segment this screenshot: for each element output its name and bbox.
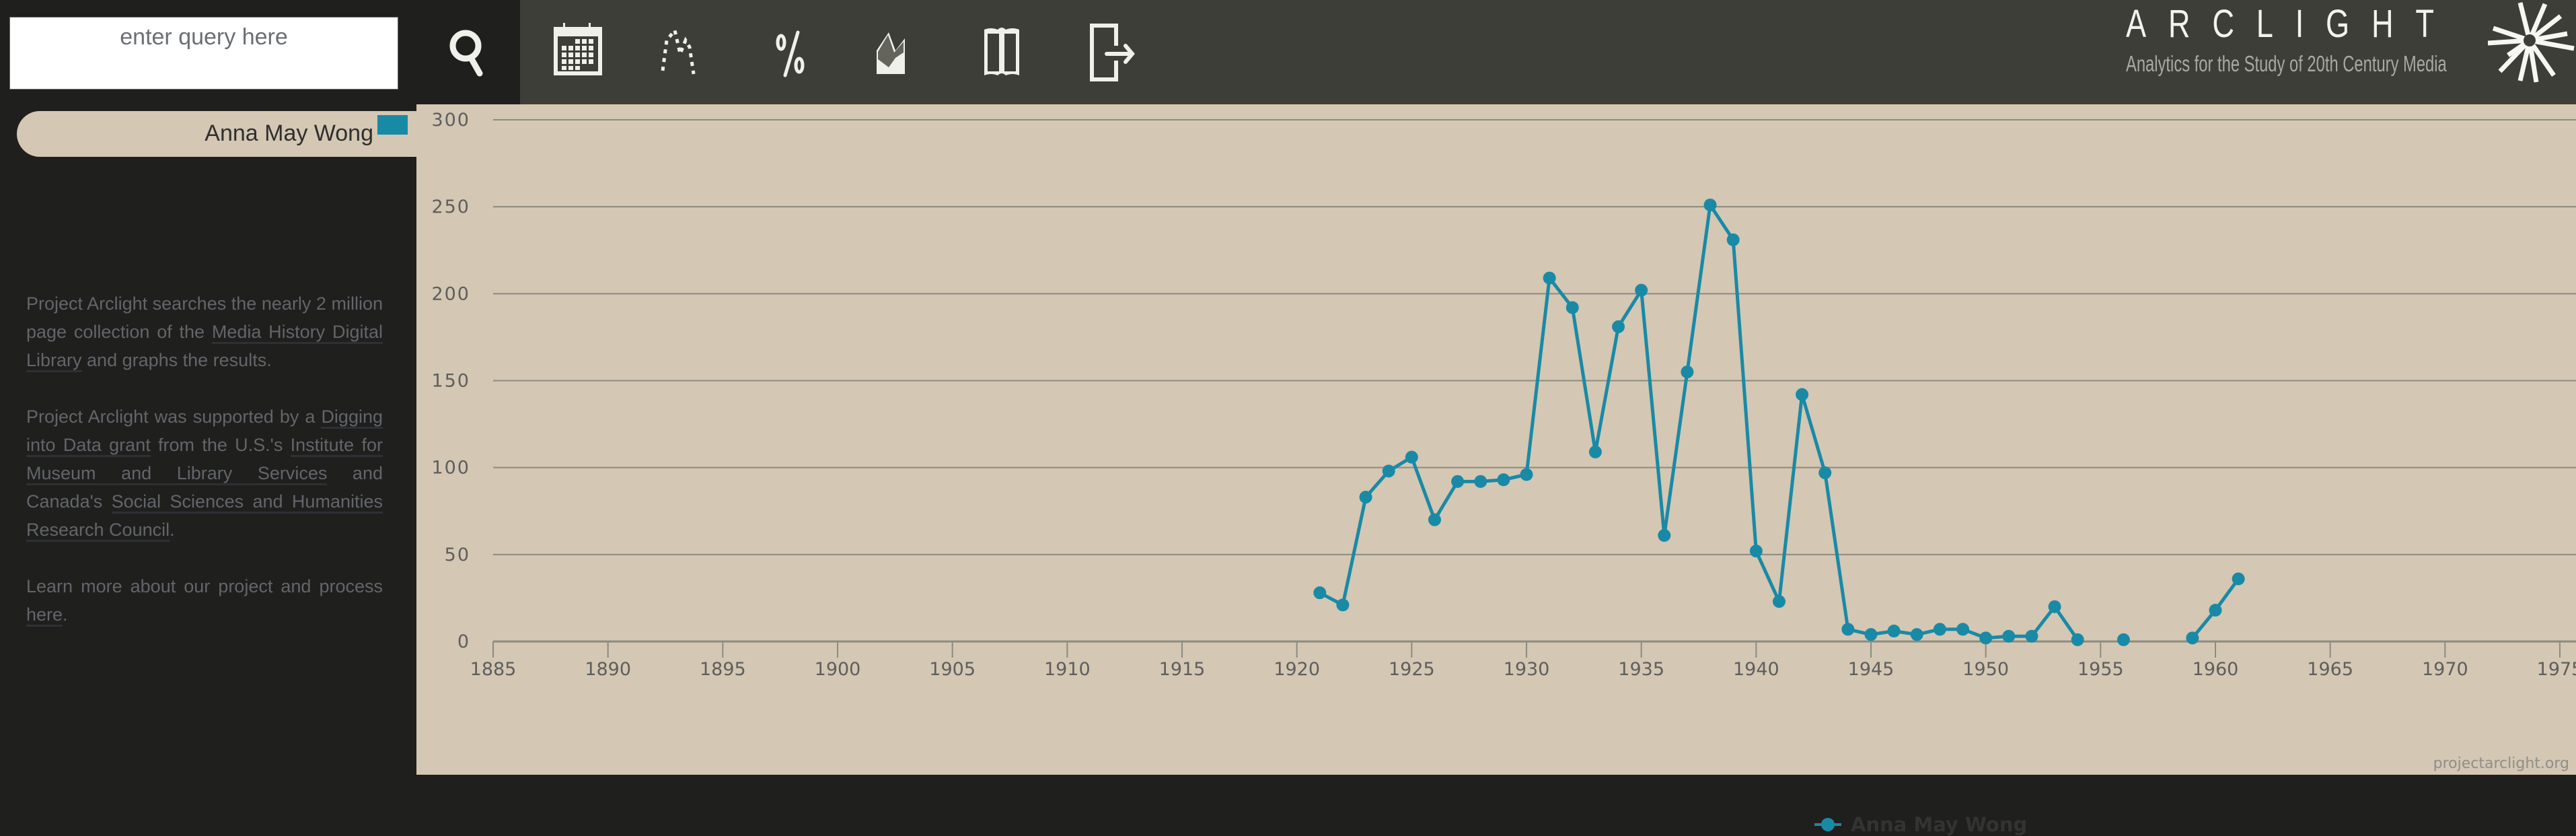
about-paragraph-3: Learn more about our project and process… <box>26 572 383 629</box>
legend-marker-icon <box>1814 818 1841 831</box>
dotted-trend-icon <box>661 26 696 75</box>
trend-button[interactable] <box>648 20 715 88</box>
data-point <box>1520 468 1533 481</box>
x-tick-label: 1975 <box>2537 659 2576 680</box>
legend-label: Anna May Wong <box>1851 813 2028 836</box>
calendar-icon <box>554 23 602 75</box>
data-point <box>1635 283 1648 297</box>
data-point <box>1588 445 1602 458</box>
x-tick-label: 1925 <box>1389 659 1435 680</box>
data-point <box>1428 513 1441 526</box>
query-tag[interactable]: Anna May Wong <box>17 111 420 157</box>
x-tick-label: 1900 <box>815 659 861 680</box>
data-point <box>2209 604 2222 617</box>
y-tick-label: 0 <box>457 631 470 652</box>
percent-icon <box>776 30 805 77</box>
x-tick-label: 1915 <box>1159 659 1206 680</box>
data-point <box>1612 320 1625 333</box>
logo: ARCLIGHT Analytics for the Study of 20th… <box>2119 0 2576 104</box>
sidebar: Anna May Wong Project Arclight searches … <box>0 104 420 775</box>
data-point <box>1405 450 1418 464</box>
logo-subtitle: Analytics for the Study of 20th Century … <box>2126 51 2447 76</box>
search-icon <box>449 30 483 77</box>
data-point <box>1474 475 1487 488</box>
search-button[interactable] <box>424 20 511 88</box>
y-tick-label: 200 <box>431 283 470 304</box>
x-tick-label: 1955 <box>2077 659 2124 680</box>
site-credit: projectarclight.org <box>2433 755 2569 772</box>
data-point <box>2232 572 2245 586</box>
data-point <box>1336 598 1350 612</box>
data-point <box>1658 528 1671 542</box>
y-tick-label: 50 <box>445 545 470 565</box>
x-tick-label: 1920 <box>1274 659 1320 680</box>
data-point <box>1681 365 1694 379</box>
data-point <box>1841 623 1855 636</box>
area-chart-icon <box>877 32 905 74</box>
data-point <box>1313 586 1327 600</box>
about-text: Project Arclight searches the nearly 2 m… <box>26 289 383 657</box>
x-tick-label: 1970 <box>2422 659 2468 680</box>
export-button[interactable] <box>1078 20 1146 88</box>
area-chart-button[interactable] <box>863 20 930 88</box>
data-point <box>2025 629 2038 643</box>
x-tick-label: 1905 <box>929 659 976 680</box>
percent-button[interactable] <box>756 20 823 88</box>
data-point <box>1382 464 1395 478</box>
x-tick-label: 1950 <box>1962 659 2009 680</box>
data-point <box>1818 466 1832 479</box>
about-paragraph-2: Project Arclight was supported by a Digg… <box>26 403 383 544</box>
data-point <box>1543 271 1556 285</box>
data-point <box>1956 623 1970 636</box>
data-point <box>2002 629 2016 643</box>
x-tick-label: 1960 <box>2193 659 2239 680</box>
data-point <box>1933 623 1946 636</box>
y-tick-label: 300 <box>431 110 470 131</box>
data-point <box>1726 233 1740 246</box>
data-point <box>1749 545 1763 558</box>
query-color-swatch[interactable] <box>377 115 408 135</box>
query-label: Anna May Wong <box>205 120 373 146</box>
x-tick-label: 1940 <box>1733 659 1779 680</box>
book-button[interactable] <box>971 20 1038 88</box>
starburst-icon <box>2488 2 2575 83</box>
data-point <box>1497 473 1510 487</box>
y-tick-label: 150 <box>431 371 470 392</box>
x-tick-label: 1930 <box>1504 659 1550 680</box>
legend-item[interactable]: Anna May Wong <box>1814 813 2027 836</box>
exit-arrow-icon <box>1090 24 1135 81</box>
x-tick-label: 1945 <box>1848 659 1894 680</box>
data-point <box>1451 475 1465 488</box>
data-point <box>1566 301 1579 314</box>
data-point <box>1887 625 1901 637</box>
chart-panel: 0 50 100 150 200 250 300 1885 1890 1895 1900 1905 19… <box>416 104 2576 836</box>
x-tick-label: 1965 <box>2307 659 2353 680</box>
x-tick-label: 1885 <box>470 659 517 680</box>
data-point <box>2071 633 2084 646</box>
x-tick-label: 1935 <box>1618 659 1664 680</box>
data-point <box>2117 633 2130 646</box>
series-line <box>1319 203 2080 641</box>
y-tick-label: 100 <box>431 458 470 479</box>
line-chart: 0 50 100 150 200 250 300 1885 1890 1895 1900 1905 19… <box>431 110 2576 680</box>
learn-more-link[interactable]: here <box>26 604 63 627</box>
x-tick-label: 1890 <box>585 659 631 680</box>
data-point <box>1910 628 1923 641</box>
data-point <box>1772 595 1786 608</box>
about-paragraph-1: Project Arclight searches the nearly 2 m… <box>26 289 383 374</box>
data-point <box>1359 491 1372 504</box>
calendar-button[interactable] <box>540 20 608 88</box>
data-point <box>2186 631 2199 645</box>
logo-title: ARCLIGHT <box>2126 2 2456 46</box>
y-tick-label: 250 <box>431 197 470 217</box>
data-point <box>1979 631 1993 645</box>
data-point <box>1864 628 1878 641</box>
x-tick-label: 1895 <box>700 659 746 680</box>
open-book-icon <box>984 28 1019 75</box>
search-input[interactable] <box>9 17 398 90</box>
data-point <box>1796 388 1809 401</box>
x-tick-label: 1910 <box>1044 659 1091 680</box>
data-point <box>1703 199 1717 212</box>
data-point <box>2048 600 2061 613</box>
